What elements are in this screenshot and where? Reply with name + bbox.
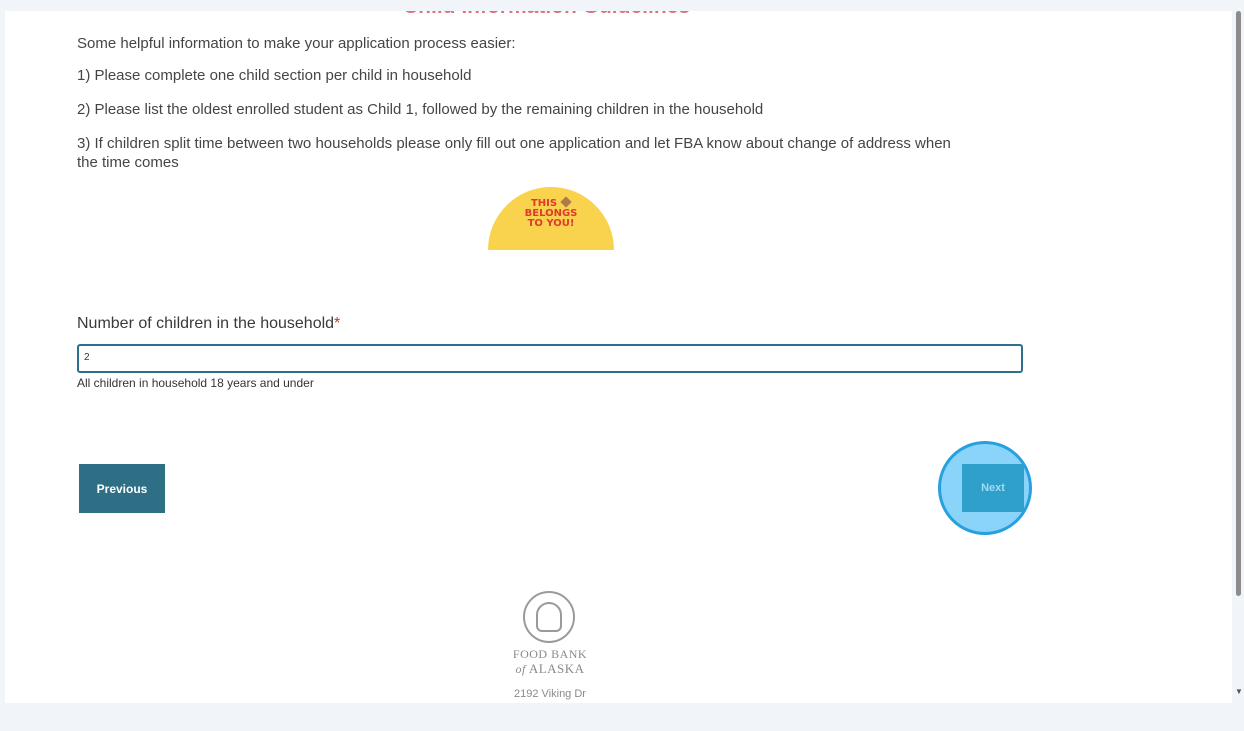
form-page: Child Information Guidelines Some helpfu…: [5, 11, 1232, 703]
required-asterisk: *: [334, 315, 341, 332]
previous-button[interactable]: Previous: [79, 464, 165, 513]
logo-line-2: of ALASKA: [515, 661, 585, 676]
intro-text: Some helpful information to make your ap…: [77, 35, 516, 52]
page-scrollbar[interactable]: ▼: [1234, 11, 1244, 703]
guideline-2: 2) Please list the oldest enrolled stude…: [77, 101, 764, 118]
sticker-text: THIS BELONGS TO YOU!: [524, 198, 578, 229]
scrollbar-thumb[interactable]: [1236, 11, 1241, 596]
logo-line-1: FOOD BANK: [512, 647, 588, 661]
children-count-input[interactable]: 2: [77, 344, 1023, 373]
guideline-1: 1) Please complete one child section per…: [77, 67, 472, 84]
chef-hat-icon: [536, 602, 562, 632]
guideline-3-continued: the time comes: [77, 154, 179, 171]
scroll-down-arrow-icon[interactable]: ▼: [1234, 687, 1244, 696]
guideline-3: 3) If children split time between two ho…: [77, 135, 951, 152]
children-count-help: All children in household 18 years and u…: [77, 376, 314, 390]
children-count-label: Number of children in the household*: [77, 315, 341, 332]
footer-address: 2192 Viking Dr: [514, 688, 586, 700]
next-button[interactable]: Next: [962, 464, 1024, 512]
section-heading: Child Information Guidelines: [403, 11, 690, 19]
food-bank-logo-icon: [523, 591, 575, 643]
this-belongs-to-you-sticker: THIS BELONGS TO YOU!: [488, 187, 614, 250]
